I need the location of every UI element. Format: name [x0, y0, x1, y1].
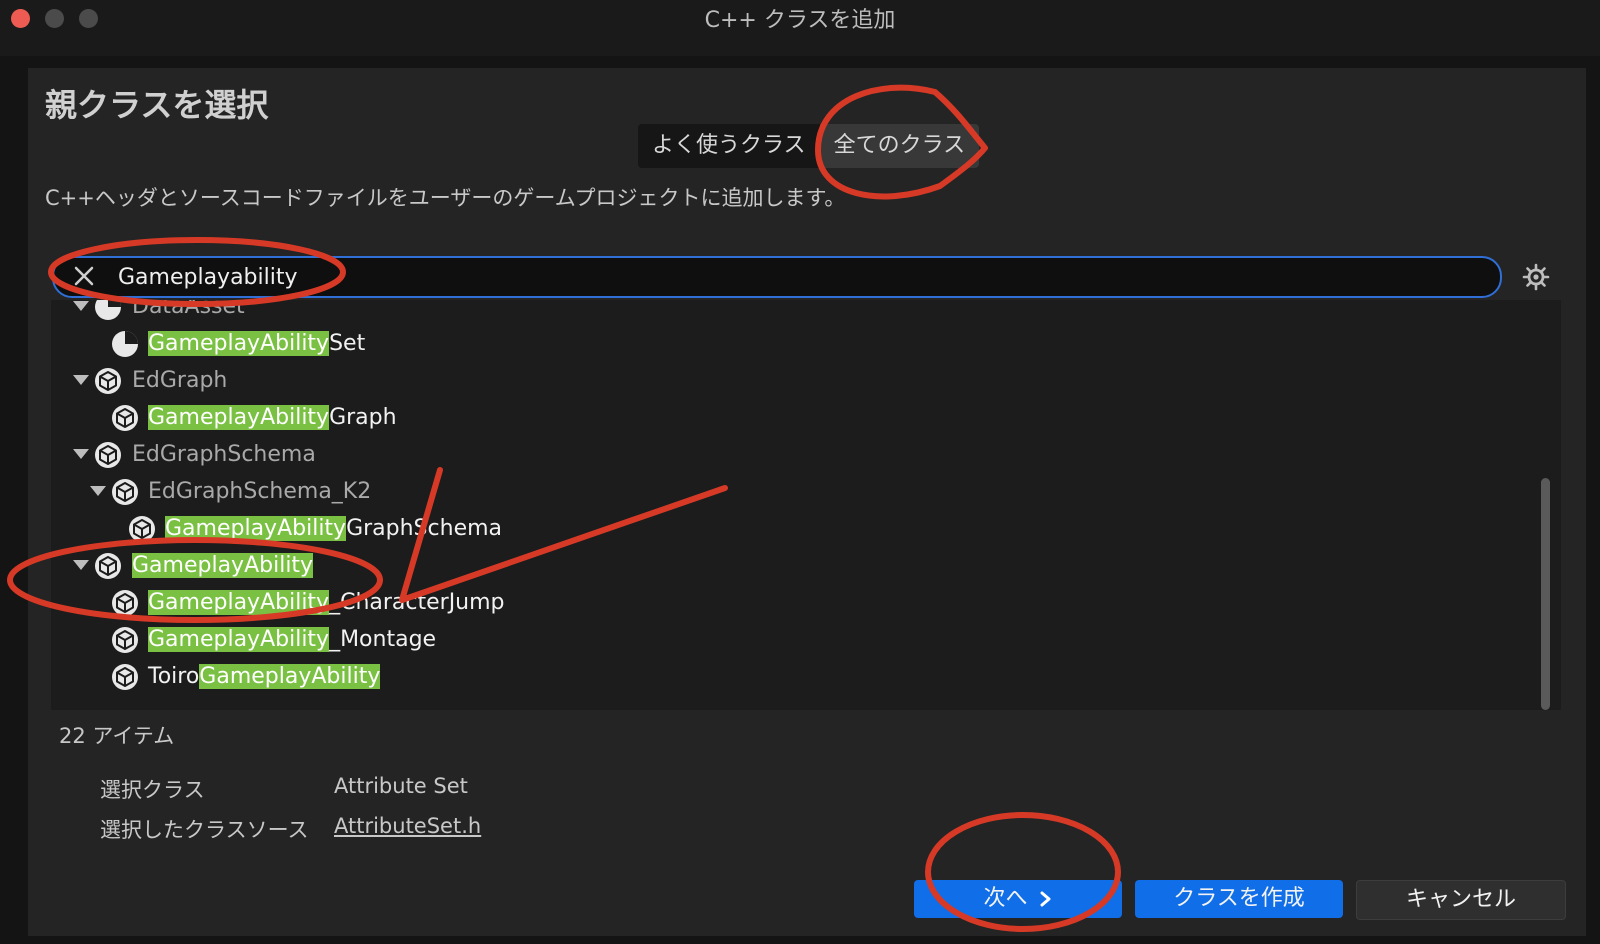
tree-item-label: ToiroGameplayAbility [148, 664, 381, 689]
class-cube-icon [95, 442, 121, 468]
tab-all-classes[interactable]: 全てのクラス [819, 124, 980, 168]
class-cube-icon [112, 590, 138, 616]
tree-item-label: EdGraphSchema [132, 442, 316, 467]
tree-scrollbar[interactable] [1541, 478, 1550, 710]
tree-row[interactable]: GameplayAbility_Montage [51, 622, 1501, 658]
tree-row[interactable]: EdGraphSchema [51, 437, 1501, 473]
tree-item-label: EdGraphSchema_K2 [148, 479, 372, 504]
next-button[interactable]: 次へ [914, 880, 1122, 918]
tree-row[interactable]: EdGraphSchema_K2 [51, 474, 1501, 510]
tree-row-gameplay-ability[interactable]: GameplayAbility [51, 548, 1501, 584]
class-cube-icon [112, 627, 138, 653]
cancel-button[interactable]: キャンセル [1356, 880, 1566, 920]
next-button-label: 次へ [983, 886, 1028, 911]
tree-row[interactable]: GameplayAbilityGraphSchema [51, 511, 1501, 547]
tree-row[interactable]: DataAsset [51, 300, 1501, 325]
tree-row[interactable]: GameplayAbility_CharacterJump [51, 585, 1501, 621]
class-tabs: よく使うクラス 全てのクラス [638, 124, 980, 168]
title-bar: C++ クラスを追加 [0, 0, 1600, 56]
caret-down-icon[interactable] [73, 375, 89, 385]
tree-item-label: GameplayAbility_CharacterJump [148, 590, 505, 615]
tree-item-label: GameplayAbility [132, 553, 314, 578]
caret-down-icon[interactable] [73, 560, 89, 570]
caret-down-icon[interactable] [73, 449, 89, 459]
item-count: 22 アイテム [59, 724, 175, 748]
selected-source-link[interactable]: AttributeSet.h [334, 814, 481, 838]
tree-item-label: DataAsset [132, 300, 245, 319]
tree-item-label: GameplayAbilitySet [148, 331, 366, 356]
selected-class-label: 選択クラス [100, 778, 205, 802]
tree-item-label: GameplayAbility_Montage [148, 627, 437, 652]
tab-common-classes[interactable]: よく使うクラス [638, 124, 820, 168]
caret-down-icon[interactable] [90, 486, 106, 496]
tree-row[interactable]: GameplayAbilitySet [51, 326, 1501, 362]
tree-row[interactable]: EdGraph [51, 363, 1501, 399]
gear-icon[interactable] [1521, 262, 1551, 292]
data-asset-icon [95, 300, 121, 320]
window-title: C++ クラスを追加 [704, 8, 896, 33]
tree-row[interactable]: ToiroGameplayAbility [51, 659, 1501, 695]
clear-search-icon[interactable] [70, 262, 98, 290]
page-title: 親クラスを選択 [45, 86, 269, 124]
class-cube-icon [112, 405, 138, 431]
tree-item-label: GameplayAbilityGraphSchema [165, 516, 503, 541]
tree-item-label: GameplayAbilityGraph [148, 405, 397, 430]
caret-down-icon[interactable] [73, 301, 89, 311]
class-cube-icon [95, 553, 121, 579]
search-input[interactable] [118, 258, 1318, 296]
class-cube-icon [95, 368, 121, 394]
scrollbar-thumb[interactable] [1541, 478, 1550, 710]
class-cube-icon [112, 664, 138, 690]
create-class-button[interactable]: クラスを作成 [1135, 880, 1343, 918]
tree-row[interactable]: GameplayAbilityGraph [51, 400, 1501, 436]
tree-item-label: EdGraph [132, 368, 228, 393]
description-text: C++ヘッダとソースコードファイルをユーザーのゲームプロジェクトに追加します。 [45, 186, 846, 210]
selected-source-label: 選択したクラスソース [100, 818, 309, 842]
data-asset-icon [112, 331, 138, 357]
search-box [52, 256, 1502, 298]
chevron-right-icon [1040, 891, 1050, 907]
selected-class-value: Attribute Set [334, 774, 468, 798]
class-cube-icon [129, 516, 155, 542]
class-cube-icon [112, 479, 138, 505]
class-tree: DataAsset GameplayAbilitySet EdGraph Gam… [51, 300, 1561, 710]
